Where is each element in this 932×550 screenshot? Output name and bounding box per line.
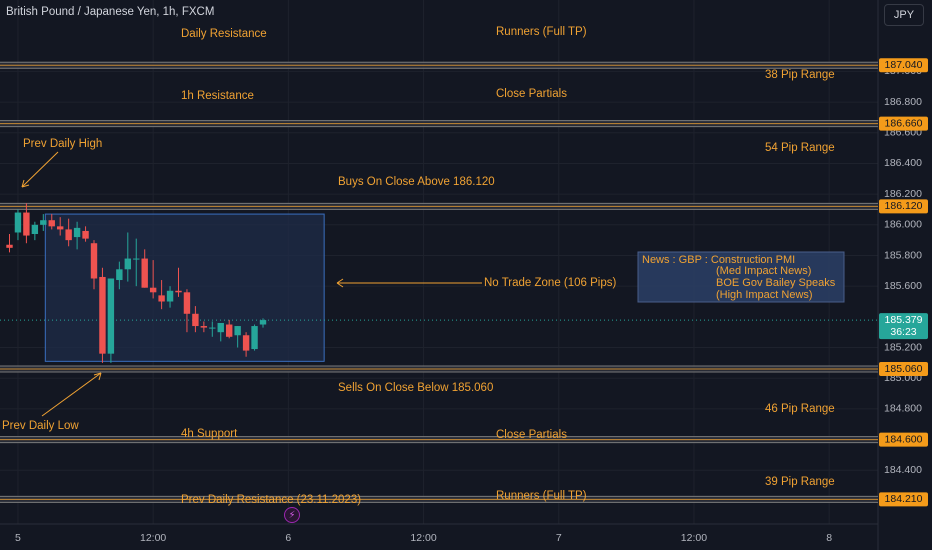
price-axis-tick: 185.800 bbox=[884, 249, 922, 261]
candle-body bbox=[217, 322, 224, 333]
no-trade-zone-label: No Trade Zone (106 Pips) bbox=[484, 277, 616, 289]
candle-body bbox=[226, 324, 233, 337]
candle-body bbox=[251, 326, 258, 350]
time-axis-tick: 7 bbox=[556, 532, 562, 544]
candle-body bbox=[99, 276, 106, 354]
h1-resistance-label: 1h Resistance bbox=[181, 90, 254, 102]
candle-body bbox=[141, 258, 148, 288]
prev-daily-low-label: Prev Daily Low bbox=[2, 420, 79, 432]
range-46-label: 46 Pip Range bbox=[765, 403, 835, 415]
price-axis-tick: 184.400 bbox=[884, 464, 922, 476]
runners-top-label: Runners (Full TP) bbox=[496, 26, 587, 38]
price-level-label: 184.210 bbox=[885, 493, 923, 505]
candle-body bbox=[124, 258, 131, 270]
buys-label: Buys On Close Above 186.120 bbox=[338, 176, 495, 188]
range-39-label: 39 Pip Range bbox=[765, 476, 835, 488]
time-axis-tick: 5 bbox=[15, 532, 21, 544]
price-level-label: 187.040 bbox=[885, 59, 923, 71]
price-level-label: 186.660 bbox=[885, 117, 923, 129]
news-line: (High Impact News) bbox=[716, 289, 813, 301]
time-axis-tick: 12:00 bbox=[681, 532, 707, 544]
candle-body bbox=[116, 269, 123, 281]
price-chart[interactable]: 187.000186.800186.600186.400186.200186.0… bbox=[0, 0, 932, 550]
price-axis-tick: 186.000 bbox=[884, 219, 922, 231]
candle-body bbox=[65, 229, 72, 241]
price-axis-tick: 186.400 bbox=[884, 157, 922, 169]
news-line: (Med Impact News) bbox=[716, 265, 811, 277]
close-partials-top-label: Close Partials bbox=[496, 88, 567, 100]
candle-body bbox=[6, 244, 13, 248]
candle-body bbox=[57, 226, 64, 230]
candle-body bbox=[192, 313, 199, 327]
price-axis-tick: 186.200 bbox=[884, 188, 922, 200]
range-54-label: 54 Pip Range bbox=[765, 142, 835, 154]
candle-body bbox=[166, 290, 174, 302]
current-price-label: 185.379 bbox=[885, 314, 923, 326]
candle-body bbox=[209, 327, 216, 329]
range-38-label: 38 Pip Range bbox=[765, 69, 835, 81]
symbol-title[interactable]: British Pound / Japanese Yen, 1h, FXCM bbox=[6, 6, 214, 18]
price-level-label: 184.600 bbox=[885, 433, 923, 445]
candle-body bbox=[259, 320, 267, 325]
runners-bottom-label: Runners (Full TP) bbox=[496, 490, 587, 502]
price-level-label: 186.120 bbox=[885, 200, 923, 212]
candle-body bbox=[200, 326, 208, 328]
daily-resistance-label: Daily Resistance bbox=[181, 28, 267, 40]
currency-button[interactable]: JPY bbox=[884, 4, 924, 26]
close-partials-bottom-label: Close Partials bbox=[496, 429, 567, 441]
price-axis-tick: 185.600 bbox=[884, 280, 922, 292]
candle-body bbox=[31, 224, 39, 235]
candle-body bbox=[133, 258, 140, 260]
h4-support-label: 4h Support bbox=[181, 428, 238, 440]
candle-body bbox=[158, 295, 165, 302]
news-line: BOE Gov Bailey Speaks bbox=[716, 277, 836, 289]
price-axis-tick: 186.800 bbox=[884, 96, 922, 108]
lightning-icon[interactable]: ⚡ bbox=[284, 507, 300, 523]
candle-body bbox=[175, 290, 182, 293]
countdown-label: 36:23 bbox=[890, 326, 916, 338]
candle-body bbox=[149, 287, 157, 293]
price-axis-tick: 185.200 bbox=[884, 341, 922, 353]
time-axis-tick: 8 bbox=[826, 532, 832, 544]
candle-body bbox=[40, 220, 47, 225]
time-axis-tick: 12:00 bbox=[140, 532, 166, 544]
candle-body bbox=[82, 230, 89, 239]
candle-body bbox=[107, 278, 115, 354]
price-axis-tick: 184.800 bbox=[884, 403, 922, 415]
candle-body bbox=[90, 243, 98, 279]
candle-body bbox=[73, 227, 81, 238]
candle-body bbox=[234, 326, 241, 336]
time-axis-tick: 6 bbox=[285, 532, 291, 544]
prev-daily-high-label: Prev Daily High bbox=[23, 138, 102, 150]
candle-body bbox=[23, 212, 30, 236]
sells-label: Sells On Close Below 185.060 bbox=[338, 382, 493, 394]
candle-body bbox=[14, 212, 22, 233]
price-level-label: 185.060 bbox=[885, 363, 923, 375]
prev-daily-resistance-label: Prev Daily Resistance (23.11.2023) bbox=[181, 494, 361, 506]
time-axis-tick: 12:00 bbox=[410, 532, 436, 544]
candle-body bbox=[242, 335, 250, 351]
candle-body bbox=[48, 220, 55, 227]
candle-body bbox=[183, 292, 191, 314]
